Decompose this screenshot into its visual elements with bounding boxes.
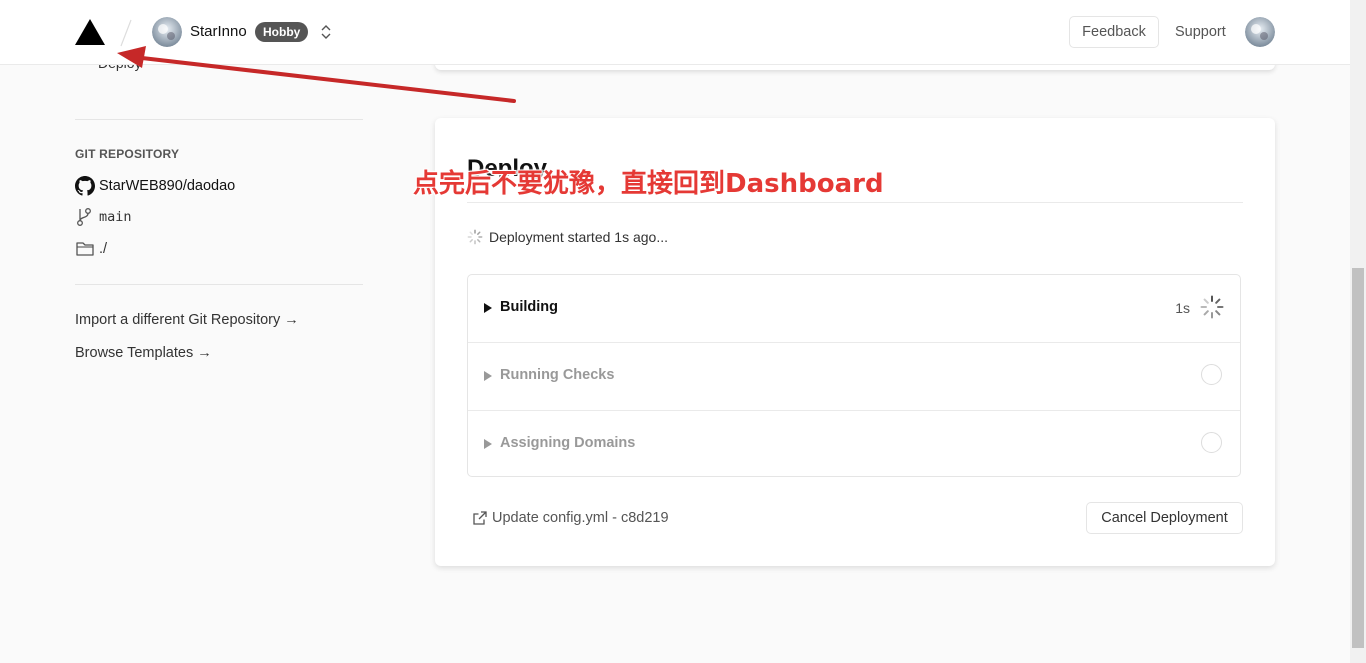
status-text: Deployment started 1s ago...	[489, 229, 668, 245]
git-branch-icon	[77, 208, 91, 226]
branch-row: main	[75, 207, 132, 227]
step-building[interactable]: Building 1s	[468, 275, 1240, 343]
step-label: Building	[500, 299, 558, 315]
sidebar-divider	[75, 284, 363, 285]
expand-caret-icon	[484, 371, 492, 381]
deployment-steps: Building 1s Running Checks Assigning Dom…	[467, 274, 1241, 477]
feedback-button[interactable]: Feedback	[1069, 16, 1159, 48]
sidebar-divider	[75, 119, 363, 120]
expand-caret-icon	[484, 303, 492, 313]
import-git-repository-link[interactable]: Import a different Git Repository →	[75, 312, 299, 328]
branch-name: main	[99, 209, 132, 225]
step-label: Running Checks	[500, 367, 615, 383]
vercel-logo-icon[interactable]	[75, 19, 105, 45]
loading-spinner-icon	[1200, 295, 1224, 319]
team-avatar[interactable]	[152, 17, 182, 47]
top-navbar: StarInno Hobby Feedback Support	[0, 0, 1350, 65]
loading-spinner-icon	[467, 229, 483, 245]
pending-circle-icon	[1201, 432, 1222, 453]
expand-caret-icon	[484, 439, 492, 449]
breadcrumb-separator-icon	[120, 19, 132, 47]
repo-row[interactable]: StarWEB890/daodao	[75, 176, 235, 196]
user-avatar[interactable]	[1245, 17, 1275, 47]
plan-badge: Hobby	[255, 22, 309, 42]
annotation-text: 点完后不要犹豫，直接回到Dashboard	[413, 169, 884, 199]
deployment-status: Deployment started 1s ago...	[467, 229, 668, 245]
step-running-checks[interactable]: Running Checks	[468, 342, 1240, 410]
repo-name[interactable]: StarWEB890/daodao	[99, 178, 235, 194]
scrollbar-thumb[interactable]	[1352, 268, 1364, 648]
step-duration: 1s	[1175, 300, 1190, 316]
github-icon	[75, 176, 95, 196]
root-directory: ./	[99, 241, 108, 257]
commit-link[interactable]: Update config.yml - c8d219	[472, 510, 669, 526]
step-assigning-domains[interactable]: Assigning Domains	[468, 410, 1240, 478]
pending-circle-icon	[1201, 364, 1222, 385]
cancel-deployment-button[interactable]: Cancel Deployment	[1086, 502, 1243, 534]
commit-label[interactable]: Update config.yml - c8d219	[492, 510, 669, 526]
root-directory-row: ./	[75, 240, 107, 258]
folder-icon	[76, 242, 94, 256]
external-link-icon	[473, 511, 487, 525]
team-switcher-chevron-icon[interactable]	[318, 22, 334, 42]
browse-templates-link[interactable]: Browse Templates →	[75, 345, 212, 361]
step-label: Assigning Domains	[500, 435, 636, 451]
git-repository-heading: GIT REPOSITORY	[75, 147, 180, 161]
card-divider	[467, 202, 1243, 203]
support-link[interactable]: Support	[1175, 24, 1226, 40]
team-name[interactable]: StarInno	[190, 23, 247, 40]
